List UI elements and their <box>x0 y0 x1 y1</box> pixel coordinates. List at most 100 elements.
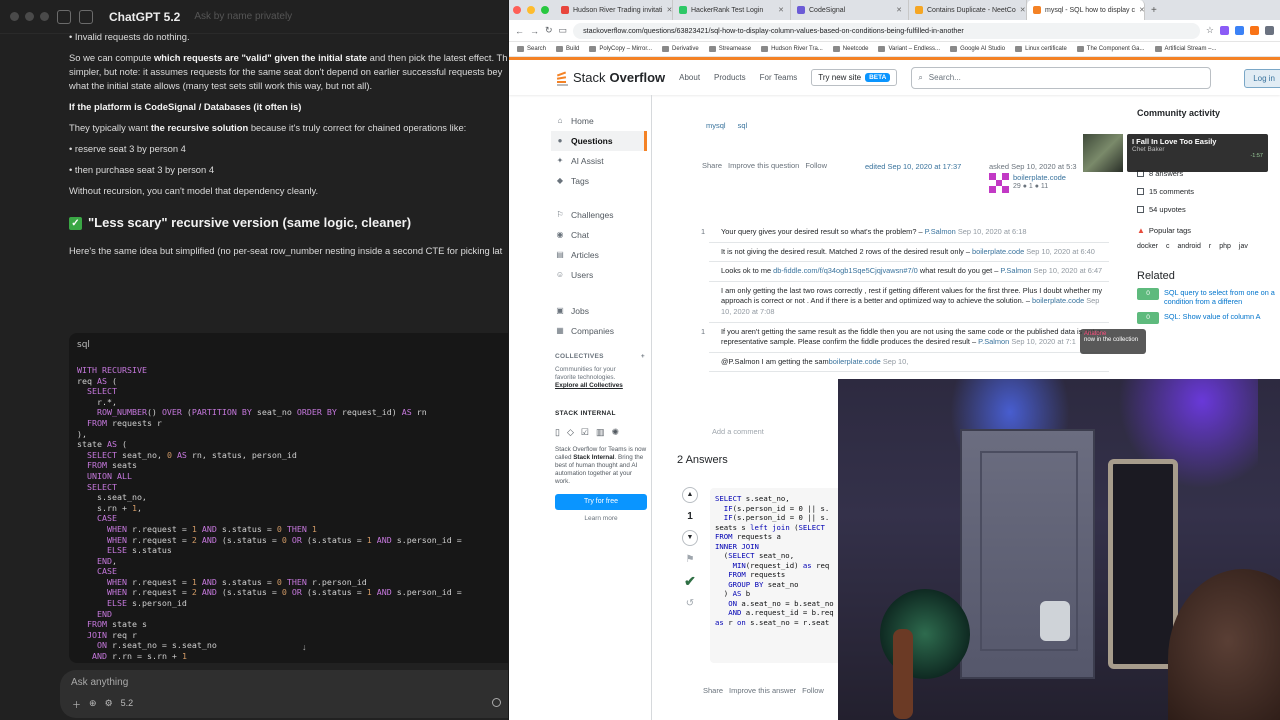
follow-link[interactable]: Follow <box>805 161 827 170</box>
tag-sql[interactable]: sql <box>733 119 752 132</box>
learn-more-link[interactable]: Learn more <box>555 515 647 522</box>
sidebar-item-questions[interactable]: ● Questions <box>551 131 647 151</box>
forward-icon[interactable]: → <box>530 26 539 36</box>
comment-user[interactable]: boilerplate.code <box>1032 296 1084 305</box>
extension-icon[interactable] <box>1265 26 1274 35</box>
sidebar-item-articles[interactable]: ▤ Articles <box>555 245 651 265</box>
scroll-down-icon[interactable]: ↓ <box>302 642 307 652</box>
close-tab-icon[interactable]: ✕ <box>1139 6 1144 14</box>
sidebar-item-home[interactable]: ⌂ Home <box>555 111 651 131</box>
bookmark-item[interactable]: Derivative <box>662 46 699 52</box>
sidebar-item-challenges[interactable]: ⚐ Challenges <box>555 205 651 225</box>
nav-for-teams[interactable]: For Teams <box>760 73 798 82</box>
url-field[interactable]: stackoverflow.com/questions/63823421/sql… <box>573 22 1200 39</box>
window-controls[interactable] <box>10 12 49 21</box>
model-version[interactable]: 5.2 <box>121 698 134 711</box>
sidebar-item-companies[interactable]: ▦ Companies <box>555 321 651 341</box>
popular-tag[interactable]: android <box>1178 243 1201 250</box>
upvote-icon[interactable]: ▲ <box>682 487 698 503</box>
new-tab-icon[interactable]: + <box>1145 5 1163 16</box>
related-item[interactable]: 0 SQL query to select from one on a condi… <box>1137 288 1280 306</box>
popular-tag[interactable]: php <box>1219 243 1231 250</box>
bookmark-item[interactable]: PolyCopy – Mirror... <box>589 46 652 52</box>
model-selector[interactable]: ChatGPT 5.2 <box>109 10 180 24</box>
improve-answer-link[interactable]: Improve this answer <box>729 686 796 695</box>
bookmark-item[interactable]: Hudson River Tra... <box>761 46 823 52</box>
comment-user[interactable]: boilerplate.code <box>829 357 881 366</box>
related-title[interactable]: SQL query to select from one on a condit… <box>1164 288 1280 306</box>
add-icon[interactable]: + <box>641 353 645 360</box>
bookmark-item[interactable]: Variant – Endless... <box>878 46 940 52</box>
close-tab-icon[interactable]: ✕ <box>1020 6 1026 14</box>
login-button[interactable]: Log in <box>1244 69 1280 88</box>
comment-user[interactable]: P.Salmon <box>1000 266 1031 275</box>
bookmark-item[interactable]: Artificial Stream –... <box>1154 46 1217 52</box>
bookmark-item[interactable]: Build <box>556 46 579 52</box>
plus-icon[interactable]: ＋ <box>72 698 81 711</box>
bookmark-item[interactable]: Streamease <box>708 46 751 52</box>
tools-icon[interactable]: ⚙ <box>105 698 113 711</box>
voice-icon[interactable] <box>492 698 501 707</box>
bookmark-item[interactable]: The Component Ga... <box>1076 46 1145 52</box>
try-for-free-button[interactable]: Try for free <box>555 494 647 510</box>
tab-3[interactable]: Contains Duplicate - NeetCo ✕ <box>909 0 1027 20</box>
comment-user[interactable]: P.Salmon <box>978 337 1009 346</box>
nav-about[interactable]: About <box>679 73 700 82</box>
sidebar-item-chat[interactable]: ◉ Chat <box>555 225 651 245</box>
now-playing-widget[interactable]: I Fall In Love Too Easily Chet Baker -1:… <box>1083 134 1268 172</box>
ask-input-box[interactable]: Ask anything ＋ ⊕ ⚙ 5.2 <box>60 670 508 718</box>
tab-2[interactable]: CodeSignal ✕ <box>791 0 909 20</box>
popular-tag[interactable]: c <box>1166 243 1170 250</box>
avatar[interactable] <box>989 173 1009 193</box>
tab-list-icon[interactable]: ▭ <box>559 25 568 36</box>
globe-icon[interactable]: ⊕ <box>89 698 97 711</box>
tag-mysql[interactable]: mysql <box>702 119 730 132</box>
tab-4[interactable]: mysql - SQL how to display c ✕ <box>1027 0 1145 20</box>
related-item[interactable]: 0 SQL: Show value of column A <box>1137 312 1280 324</box>
close-tab-icon[interactable]: ✕ <box>778 6 784 14</box>
back-icon[interactable]: ← <box>515 26 524 36</box>
sidebar-toggle-icon[interactable] <box>57 9 71 24</box>
asker-name[interactable]: boilerplate.code <box>1013 173 1066 183</box>
popular-tag[interactable]: r <box>1209 243 1211 250</box>
improve-question-link[interactable]: Improve this question <box>728 161 799 170</box>
sidebar-item-ai-assist[interactable]: ✦ AI Assist <box>555 151 651 171</box>
comment-user[interactable]: boilerplate.code <box>972 247 1024 256</box>
sidebar-item-users[interactable]: ☺ Users <box>555 265 651 285</box>
bookmark-icon[interactable]: ⚑ <box>686 554 695 565</box>
browser-window-controls[interactable] <box>513 6 549 14</box>
extension-icon[interactable] <box>1235 26 1244 35</box>
reload-icon[interactable]: ↻ <box>545 25 553 36</box>
nav-products[interactable]: Products <box>714 73 746 82</box>
downvote-icon[interactable]: ▼ <box>682 530 698 546</box>
comment-link[interactable]: db-fiddle.com/f/q34ogb1Sqe5Cjqjvawsn#7/0 <box>773 266 918 275</box>
so-logo[interactable]: Stack Overflow <box>555 70 665 86</box>
bookmark-item[interactable]: Search <box>517 46 546 52</box>
close-tab-icon[interactable]: ✕ <box>667 6 673 14</box>
answer-share-link[interactable]: Share <box>703 686 723 695</box>
try-new-site-button[interactable]: Try new site BETA <box>811 69 898 86</box>
comment-user[interactable]: P.Salmon <box>925 227 956 236</box>
answer-follow-link[interactable]: Follow <box>802 686 824 695</box>
popular-tag[interactable]: docker <box>1137 243 1158 250</box>
popular-tag[interactable]: jav <box>1239 243 1248 250</box>
add-comment-link[interactable]: Add a comment <box>712 427 764 436</box>
sidebar-item-jobs[interactable]: ▣ Jobs <box>555 301 651 321</box>
tab-0[interactable]: Hudson River Trading invitati ✕ <box>555 0 673 20</box>
bookmark-item[interactable]: Google AI Studio <box>950 46 1005 52</box>
new-chat-icon[interactable] <box>79 9 93 24</box>
extension-icon[interactable] <box>1250 26 1259 35</box>
extension-icon[interactable] <box>1220 26 1229 35</box>
search-input[interactable]: ⌕ Search... <box>911 66 1212 89</box>
ask-input-placeholder[interactable]: Ask anything <box>71 677 128 688</box>
close-tab-icon[interactable]: ✕ <box>896 6 902 14</box>
sidebar-item-tags[interactable]: ◆ Tags <box>555 171 651 191</box>
history-icon[interactable]: ↺ <box>686 598 694 609</box>
star-icon[interactable]: ☆ <box>1206 25 1214 36</box>
bookmark-item[interactable]: Linux certificate <box>1015 46 1067 52</box>
share-link[interactable]: Share <box>702 161 722 170</box>
tab-1[interactable]: HackerRank Test Login ✕ <box>673 0 791 20</box>
edited-info[interactable]: edited Sep 10, 2020 at 17:37 <box>865 162 961 171</box>
related-title[interactable]: SQL: Show value of column A <box>1164 312 1261 321</box>
explore-collectives-link[interactable]: Explore all Collectives <box>555 382 623 389</box>
